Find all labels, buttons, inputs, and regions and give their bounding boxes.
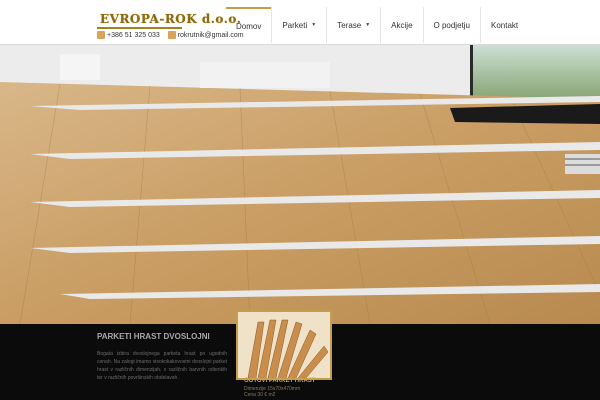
- site-header: EVROPA-ROK d.o.o. +386 51 325 033 rokrut…: [0, 0, 600, 45]
- nav-label: Parketi: [282, 20, 308, 30]
- nav-item-akcije[interactable]: Akcije: [380, 7, 422, 43]
- product-caption[interactable]: GOTOVI PARKET HRAST: [244, 378, 315, 384]
- product-thumbnail[interactable]: [236, 310, 332, 380]
- product-price: Cena 30 € m2: [244, 392, 276, 398]
- phone-contact[interactable]: +386 51 325 033: [97, 31, 160, 39]
- chevron-down-icon: ▼: [365, 22, 371, 28]
- logo[interactable]: EVROPA-ROK d.o.o.: [97, 12, 241, 30]
- info-title: PARKETI HRAST DVOSLOJNI: [97, 332, 210, 341]
- nav-label: O podjetju: [433, 20, 470, 30]
- nav-label: Domov: [236, 21, 262, 31]
- info-text: Bogata izbira dvoslojnega parketa hrast …: [97, 351, 227, 381]
- chevron-down-icon: ▼: [311, 22, 317, 28]
- nav-label: Kontakt: [490, 20, 519, 30]
- product-subtitle: Dimenzije 15x70x470mm Cena 30 € m2: [244, 386, 300, 398]
- email-icon: [167, 31, 176, 39]
- phone-icon: [97, 31, 105, 39]
- nav-label: Akcije: [391, 20, 413, 30]
- logo-text: EVROPA-ROK d.o.o.: [100, 12, 242, 26]
- nav-item-domov[interactable]: Domov: [226, 7, 272, 43]
- logo-underline: [97, 27, 182, 29]
- nav-item-kontakt[interactable]: Kontakt: [479, 7, 528, 43]
- parquet-fan-image: [238, 312, 330, 378]
- nav-label: Terase: [337, 20, 362, 30]
- phone-number: +386 51 325 033: [107, 31, 160, 39]
- hero-slider-image: [0, 44, 600, 324]
- nav-item-terase[interactable]: Terase ▼: [326, 7, 380, 43]
- main-nav: Domov Parketi ▼ Terase ▼ Akcije O podjet…: [226, 7, 528, 43]
- nav-item-o-podjetju[interactable]: O podjetju: [422, 7, 480, 43]
- hero-image: [0, 44, 600, 324]
- nav-item-parketi[interactable]: Parketi ▼: [271, 7, 326, 43]
